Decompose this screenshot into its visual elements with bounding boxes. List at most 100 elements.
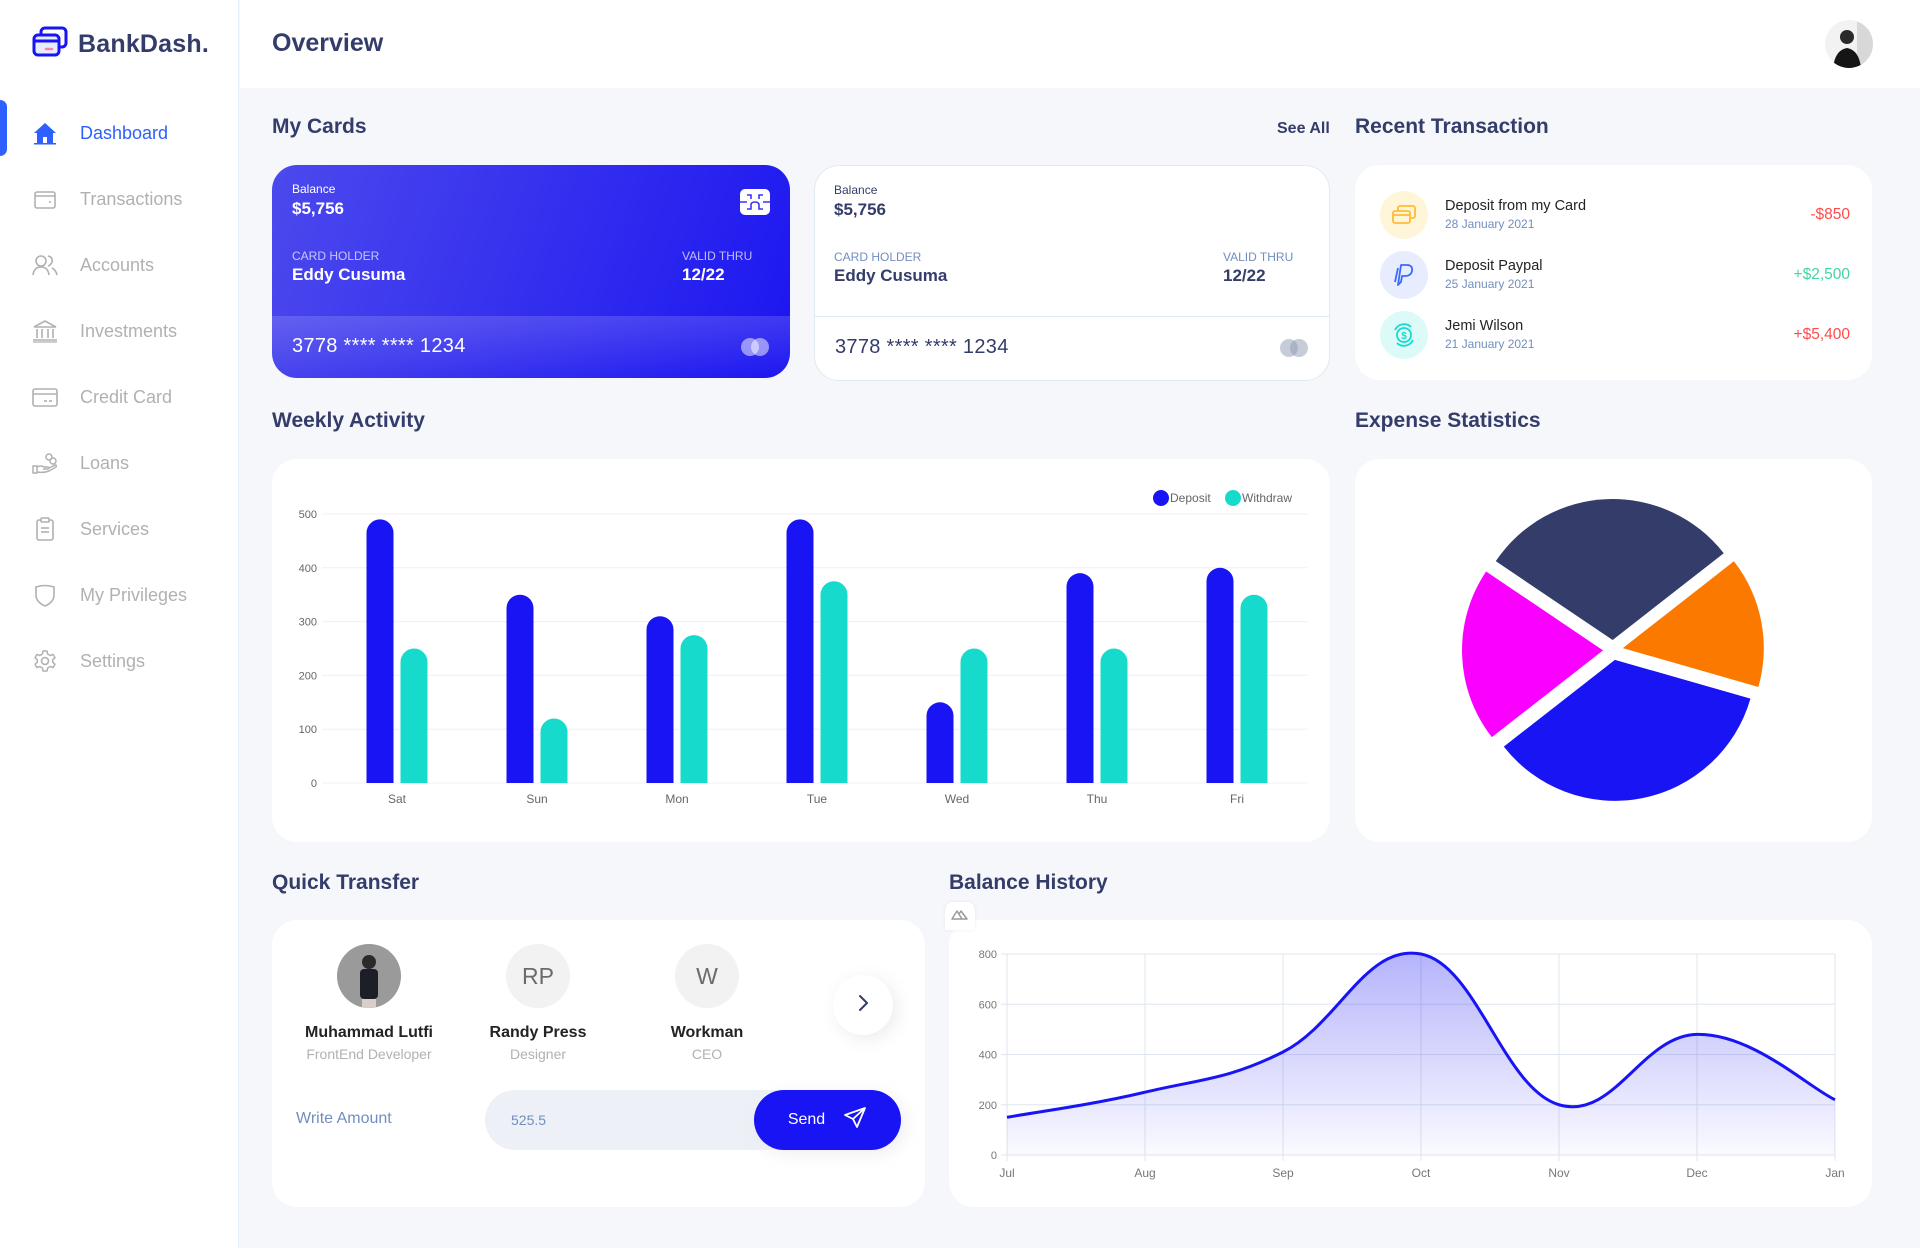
x-tick-label: Oct <box>1412 1166 1431 1180</box>
contact-card[interactable]: Muhammad Lutfi FrontEnd Developer <box>294 944 444 1062</box>
sidebar-item-services[interactable]: Services <box>0 496 239 562</box>
paper-plane-icon <box>843 1106 867 1134</box>
next-contacts-button[interactable] <box>833 975 893 1035</box>
y-tick-label: 600 <box>979 999 997 1011</box>
bar-deposit-sun <box>506 594 534 783</box>
x-tick-label: Wed <box>945 792 969 806</box>
transaction-info: Deposit from my Card 28 January 2021 <box>1445 198 1810 231</box>
bar-deposit-wed <box>926 702 954 783</box>
transaction-amount: +$2,500 <box>1793 265 1850 283</box>
sidebar-item-settings[interactable]: Settings <box>0 628 239 694</box>
transaction-info: Jemi Wilson 21 January 2021 <box>1445 318 1794 351</box>
x-tick-label: Fri <box>1230 792 1244 806</box>
sidebar-item-accounts[interactable]: Accounts <box>0 232 239 298</box>
mastercard-icon <box>740 337 770 357</box>
transaction-info: Deposit Paypal 25 January 2021 <box>1445 258 1794 291</box>
card-holder-name: Eddy Cusuma <box>834 266 948 285</box>
contact-avatar[interactable]: RP <box>506 944 570 1008</box>
bar-withdraw-tue <box>820 581 848 783</box>
x-tick-label: Aug <box>1134 1166 1155 1180</box>
y-tick-label: 800 <box>979 949 997 961</box>
user-avatar[interactable] <box>1825 20 1873 68</box>
card-footer: 3778 **** **** 1234 <box>815 316 1329 380</box>
bar-deposit-tue <box>786 519 814 783</box>
paypal-icon <box>1380 250 1428 299</box>
card-holder-label: CARD HOLDER <box>292 249 380 263</box>
transaction-date: 25 January 2021 <box>1445 277 1535 291</box>
dollar-coin-icon: $ <box>1380 310 1428 359</box>
svg-text:$: $ <box>1401 331 1407 342</box>
sidebar: BankDash. Dashboard Transactions Accounts I… <box>0 0 239 1248</box>
card-number: 3778 **** **** 1234 <box>292 335 466 357</box>
devtools-badge[interactable] <box>945 902 975 930</box>
sidebar-item-credit-card[interactable]: Credit Card <box>0 364 239 430</box>
legend-label-withdraw: Withdraw <box>1242 491 1292 505</box>
credit-card-primary[interactable]: Balance $5,756 CARD HOLDER Eddy Cusuma V… <box>272 165 790 378</box>
balance-label: Balance <box>292 182 336 196</box>
recent-transaction-title: Recent Transaction <box>1355 115 1549 138</box>
bar-withdraw-fri <box>1240 594 1268 783</box>
logo-icon <box>32 26 68 63</box>
transaction-row[interactable]: $ Jemi Wilson 21 January 2021 +$5,400 <box>1380 307 1850 362</box>
bar-withdraw-sun <box>540 718 568 783</box>
legend-label-deposit: Deposit <box>1170 491 1211 505</box>
x-tick-label: Tue <box>807 792 828 806</box>
quick-transfer-title: Quick Transfer <box>272 871 420 894</box>
see-all-link[interactable]: See All <box>1277 120 1330 138</box>
contact-card[interactable]: RP Randy Press Designer <box>463 944 613 1062</box>
sidebar-item-investments[interactable]: Investments <box>0 298 239 364</box>
gear-icon <box>32 648 58 674</box>
x-tick-label: Jul <box>999 1166 1014 1180</box>
contact-avatar[interactable]: W <box>675 944 739 1008</box>
x-tick-label: Dec <box>1686 1166 1707 1180</box>
top-header: Overview <box>240 0 1920 88</box>
sidebar-item-label: Loans <box>80 452 130 473</box>
card-holder-name: Eddy Cusuma <box>292 265 406 284</box>
sidebar-item-label: Accounts <box>80 254 155 275</box>
card-footer: 3778 **** **** 1234 <box>272 316 790 378</box>
transaction-title: Deposit Paypal <box>1445 258 1543 274</box>
amount-input[interactable] <box>511 1090 731 1150</box>
home-icon <box>32 120 58 146</box>
y-tick-label: 100 <box>299 724 317 736</box>
sidebar-item-label: Credit Card <box>80 386 173 407</box>
contact-name: Randy Press <box>489 1024 587 1041</box>
send-button[interactable]: Send <box>754 1090 901 1150</box>
y-tick-label: 200 <box>299 670 317 682</box>
bank-icon <box>32 318 58 344</box>
sidebar-item-loans[interactable]: Loans <box>0 430 239 496</box>
clipboard-icon <box>32 516 58 542</box>
contact-card[interactable]: W Workman CEO <box>632 944 782 1062</box>
card-holder-label: CARD HOLDER <box>834 250 922 264</box>
card-balance: $5,756 <box>834 200 886 219</box>
contact-name: Muhammad Lutfi <box>305 1024 433 1041</box>
sidebar-item-transactions[interactable]: Transactions <box>0 166 239 232</box>
active-indicator <box>0 100 7 156</box>
contact-avatar[interactable] <box>337 944 401 1008</box>
shield-icon <box>32 582 58 608</box>
credit-card-secondary[interactable]: Balance $5,756 CARD HOLDER Eddy Cusuma V… <box>814 165 1330 381</box>
contact-role: Designer <box>509 1046 567 1062</box>
transaction-date: 28 January 2021 <box>1445 217 1535 231</box>
sidebar-item-label: My Privileges <box>80 584 188 605</box>
x-tick-label: Sat <box>388 792 407 806</box>
sidebar-item-dashboard[interactable]: Dashboard <box>0 100 239 166</box>
x-tick-label: Jan <box>1825 1166 1844 1180</box>
transaction-row[interactable]: Deposit Paypal 25 January 2021 +$2,500 <box>1380 247 1850 302</box>
contact-role: FrontEnd Developer <box>306 1046 432 1062</box>
transaction-row[interactable]: Deposit from my Card 28 January 2021 -$850 <box>1380 187 1850 242</box>
y-tick-label: 0 <box>311 778 317 790</box>
loan-hand-icon <box>32 450 58 476</box>
sidebar-item-label: Dashboard <box>80 122 169 143</box>
sidebar-item-my-privileges[interactable]: My Privileges <box>0 562 239 628</box>
transaction-date: 21 January 2021 <box>1445 337 1535 351</box>
x-tick-label: Sun <box>526 792 547 806</box>
bar-withdraw-mon <box>680 635 708 783</box>
credit-card-icon <box>32 384 58 410</box>
balance-history-title: Balance History <box>949 871 1108 894</box>
amount-field-wrapper: Send <box>485 1090 901 1150</box>
x-tick-label: Nov <box>1548 1166 1569 1180</box>
logo[interactable]: BankDash. <box>32 26 209 63</box>
y-tick-label: 400 <box>979 1050 997 1062</box>
card-number: 3778 **** **** 1234 <box>835 336 1009 358</box>
